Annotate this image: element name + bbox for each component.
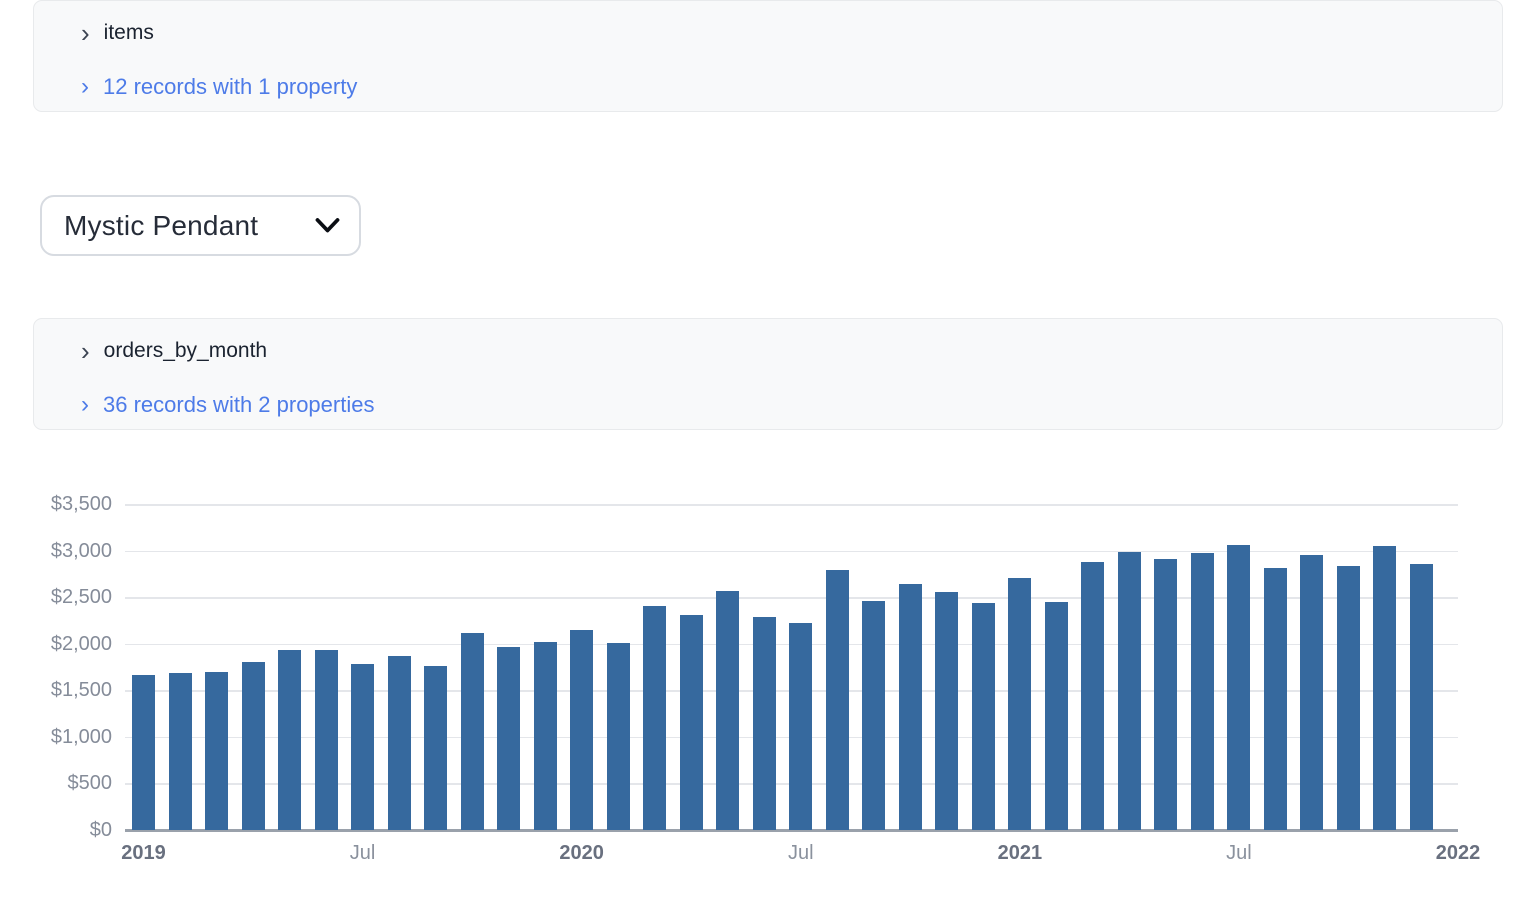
y-axis-tick-label: $1,000	[0, 724, 112, 750]
bar	[169, 673, 192, 830]
product-select[interactable]: Mystic Pendant	[40, 195, 361, 256]
chevron-right-icon: ›	[81, 394, 89, 416]
chevron-right-icon: ›	[81, 340, 90, 362]
bar	[1154, 559, 1177, 830]
bar	[935, 592, 958, 830]
bar	[1081, 562, 1104, 830]
orders-records-summary: 36 records with 2 properties	[103, 392, 374, 418]
bar	[1264, 568, 1287, 830]
bar	[972, 603, 995, 830]
y-axis-tick-label: $1,500	[0, 677, 112, 703]
bar	[205, 672, 228, 830]
bar	[315, 650, 338, 830]
gridline	[125, 504, 1458, 506]
items-object-panel: › items › 12 records with 1 property	[33, 0, 1503, 112]
x-axis-tick-label: 2021	[950, 840, 1090, 866]
y-axis-tick-label: $3,000	[0, 538, 112, 564]
bar	[607, 643, 630, 830]
bar	[1191, 553, 1214, 830]
items-records-expander[interactable]: › 12 records with 1 property	[81, 73, 357, 101]
chevron-down-icon	[314, 216, 341, 235]
x-axis-tick-label: Jul	[1169, 840, 1309, 866]
bar	[1337, 566, 1360, 830]
bar	[862, 601, 885, 830]
bar	[351, 664, 374, 830]
bar	[1227, 545, 1250, 830]
bar	[643, 606, 666, 830]
bar	[388, 656, 411, 830]
chevron-right-icon: ›	[81, 22, 90, 44]
x-axis-tick-label: Jul	[293, 840, 433, 866]
bar	[753, 617, 776, 830]
orders-panel-title: orders_by_month	[104, 339, 267, 363]
items-panel-toggle[interactable]: › items	[81, 19, 154, 47]
bar	[242, 662, 265, 830]
y-axis-tick-label: $2,500	[0, 584, 112, 610]
bar	[461, 633, 484, 830]
bar	[680, 615, 703, 830]
y-axis-tick-label: $500	[0, 770, 112, 796]
orders-records-expander[interactable]: › 36 records with 2 properties	[81, 391, 374, 419]
bar	[1118, 552, 1141, 830]
orders-panel-toggle[interactable]: › orders_by_month	[81, 337, 267, 365]
bar	[1045, 602, 1068, 830]
x-axis-tick-label: 2020	[512, 840, 652, 866]
orders-object-panel: › orders_by_month › 36 records with 2 pr…	[33, 318, 1503, 430]
bar	[1008, 578, 1031, 830]
chevron-right-icon: ›	[81, 76, 89, 98]
bar	[1300, 555, 1323, 830]
bar	[826, 570, 849, 830]
y-axis-tick-label: $3,500	[0, 491, 112, 517]
items-records-summary: 12 records with 1 property	[103, 74, 357, 100]
items-panel-title: items	[104, 21, 154, 45]
x-axis-tick-label: 2022	[1388, 840, 1528, 866]
bar	[132, 675, 155, 830]
x-axis-tick-label: Jul	[731, 840, 871, 866]
bar	[1410, 564, 1433, 830]
product-select-value: Mystic Pendant	[64, 210, 314, 242]
bar	[899, 584, 922, 830]
gridline	[125, 597, 1458, 599]
x-axis-tick-label: 2019	[74, 840, 214, 866]
bar	[278, 650, 301, 830]
bar	[570, 630, 593, 830]
bar	[1373, 546, 1396, 830]
orders-bar-chart: $3,500 $3,000 $2,500 $2,000 $1,500 $1,000 $500…	[0, 460, 1538, 910]
bar	[534, 642, 557, 830]
bar	[789, 623, 812, 830]
y-axis-tick-label: $2,000	[0, 631, 112, 657]
bar	[497, 647, 520, 830]
bar	[424, 666, 447, 830]
bar	[716, 591, 739, 830]
gridline	[125, 551, 1458, 553]
